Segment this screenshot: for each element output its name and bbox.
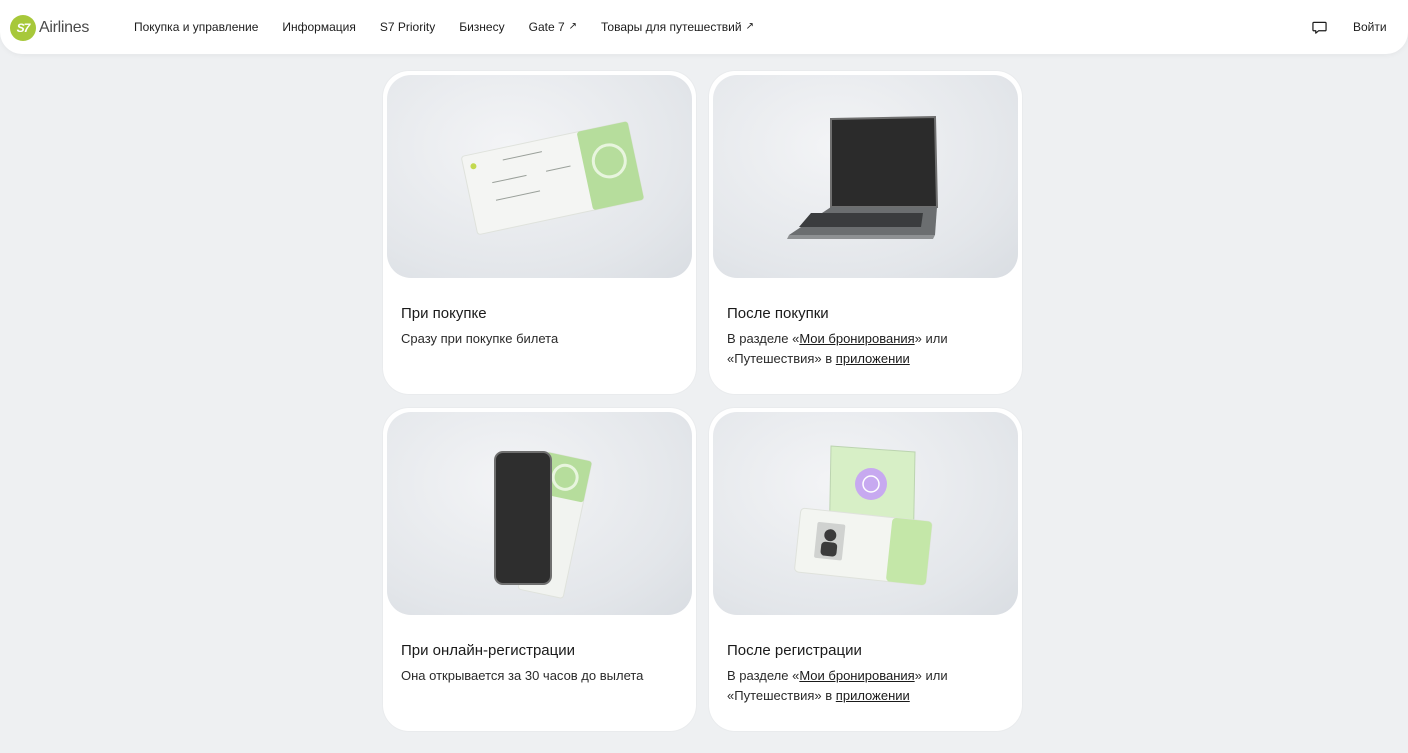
card-on-purchase[interactable]: При покупке Сразу при покупке билета (383, 71, 696, 394)
phone-ticket-icon (494, 451, 592, 599)
card-title: После покупки (727, 305, 829, 322)
card-title: При покупке (401, 305, 487, 322)
top-header: S7 Airlines Покупка и управление Информа… (0, 0, 1408, 54)
description-text: В разделе « (727, 331, 800, 346)
card-after-purchase[interactable]: После покупки В разделе «Мои бронировани… (709, 71, 1022, 394)
nav-item-information[interactable]: Информация (282, 20, 355, 34)
main-nav: Покупка и управление Информация S7 Prior… (134, 0, 778, 54)
chat-bubble-icon[interactable] (1312, 20, 1327, 35)
my-bookings-link[interactable]: Мои бронирования (799, 331, 914, 346)
laptop-icon (787, 115, 939, 239)
external-link-icon: ↗ (745, 20, 754, 32)
card-title: При онлайн-регистрации (401, 642, 575, 659)
app-link[interactable]: приложении (836, 351, 910, 366)
card-description: В разделе «Мои бронирования» или «Путеше… (727, 329, 1007, 369)
nav-item-purchase[interactable]: Покупка и управление (134, 20, 258, 34)
nav-item-label: Gate 7 (528, 20, 565, 34)
card-description: Сразу при покупке билета (401, 331, 559, 346)
nav-item-travel-goods[interactable]: Товары для путешествий ↗ (601, 20, 754, 34)
card-title: После регистрации (727, 642, 862, 659)
boarding-pass-icon (461, 121, 645, 235)
nav-item-business[interactable]: Бизнесу (459, 20, 504, 34)
card-description: В разделе «Мои бронирования» или «Путеше… (727, 666, 1007, 706)
nav-item-s7-priority[interactable]: S7 Priority (380, 20, 435, 34)
nav-item-label: Покупка и управление (134, 20, 259, 34)
external-link-icon: ↗ (568, 20, 578, 32)
logo-text: Airlines (39, 19, 90, 36)
logo-badge: S7 (10, 15, 36, 41)
nav-item-gate7[interactable]: Gate 7 ↗ (529, 20, 577, 34)
my-bookings-link[interactable]: Мои бронирования (799, 668, 914, 683)
nav-item-label: S7 Priority (379, 20, 436, 34)
nav-item-label: Бизнесу (459, 20, 505, 34)
description-text: В разделе « (727, 668, 800, 683)
boarding-pass-illustration (387, 75, 692, 278)
passport-illustration (713, 412, 1018, 615)
card-description: Она открывается за 30 часов до вылета (401, 668, 644, 683)
nav-item-label: Информация (282, 20, 356, 34)
app-link[interactable]: приложении (836, 688, 910, 703)
nav-item-label: Товары для путешествий (601, 20, 742, 34)
s7-logo[interactable]: S7 Airlines (10, 14, 89, 42)
laptop-illustration (713, 75, 1018, 278)
card-online-checkin[interactable]: При онлайн-регистрации Она открывается з… (383, 408, 696, 731)
passport-icon (794, 445, 933, 586)
card-after-checkin[interactable]: После регистрации В разделе «Мои брониро… (709, 408, 1022, 731)
phone-ticket-illustration (387, 412, 692, 615)
login-button[interactable]: Войти (1353, 20, 1387, 34)
